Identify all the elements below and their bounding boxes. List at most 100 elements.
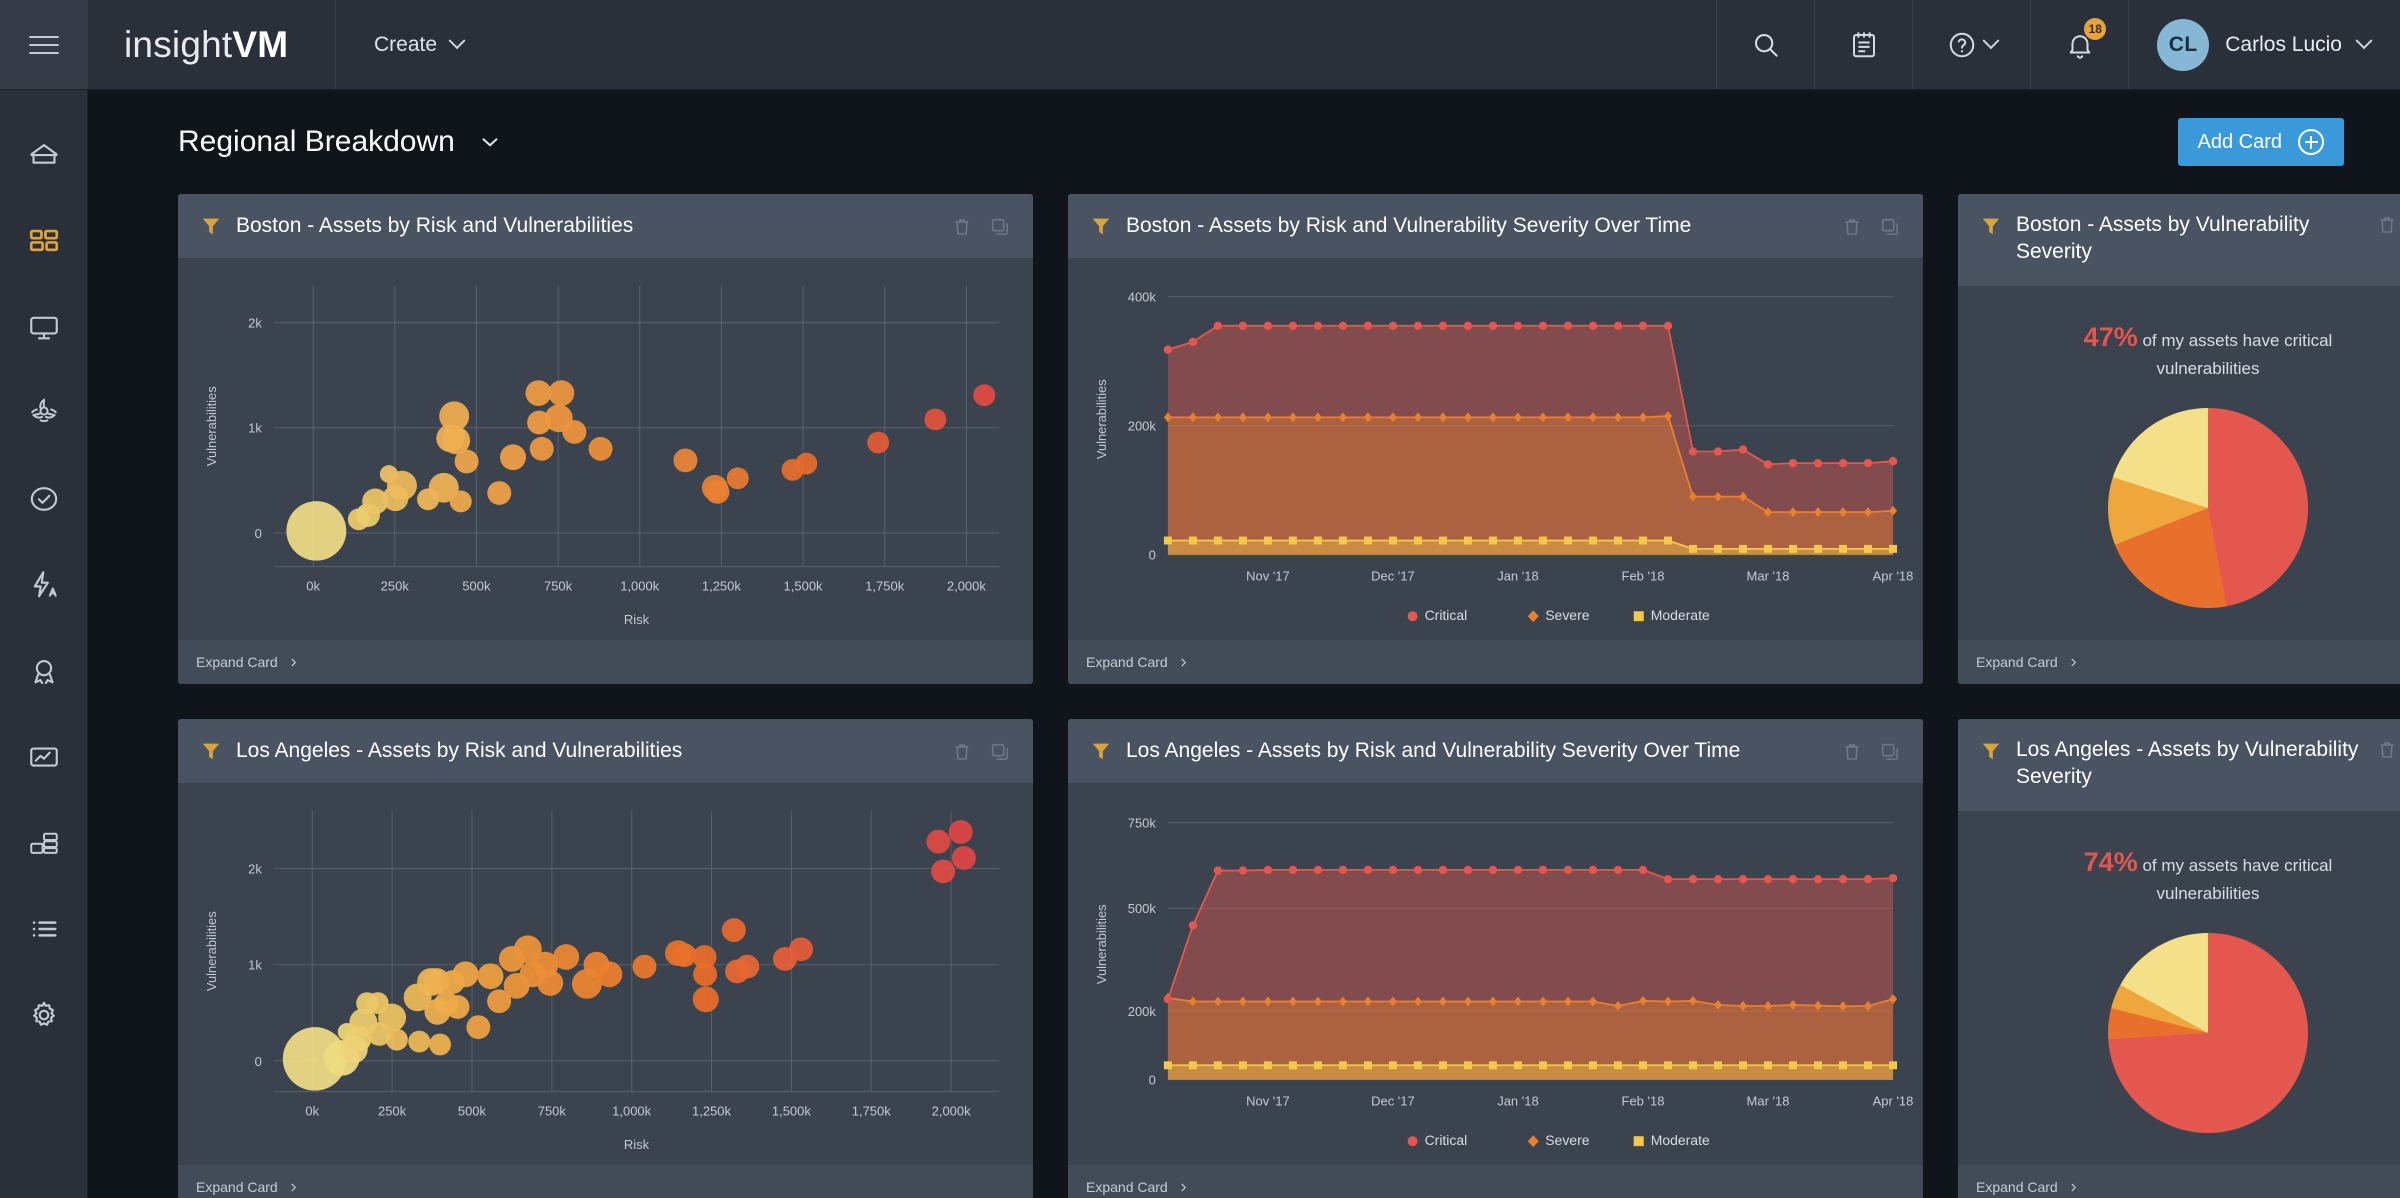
trash-icon[interactable] bbox=[2376, 739, 2398, 761]
critical-percentage: 47% bbox=[2083, 322, 2138, 352]
critical-percentage: 74% bbox=[2083, 847, 2138, 877]
app-body: Regional Breakdown Add Card Boston - Ass… bbox=[0, 90, 2400, 1198]
user-name: Carlos Lucio bbox=[2225, 32, 2342, 56]
svg-text:Critical: Critical bbox=[1425, 1132, 1468, 1148]
card-header: Boston - Assets by Vulnerability Severit… bbox=[1958, 194, 2400, 286]
duplicate-icon[interactable] bbox=[989, 741, 1011, 763]
scatter-chart: 0k 250k 500k 750k 1,000k 1,250k 1,500k 1,750k 2,… bbox=[204, 285, 1000, 627]
svg-text:Vulnerabilities: Vulnerabilities bbox=[1094, 379, 1109, 459]
svg-text:500k: 500k bbox=[458, 1103, 487, 1118]
help-button[interactable] bbox=[1912, 0, 2030, 89]
expand-card-link[interactable]: Expand Card bbox=[1086, 654, 1168, 670]
hamburger-icon[interactable] bbox=[0, 0, 88, 89]
automation-icon bbox=[33, 571, 57, 598]
svg-text:0: 0 bbox=[1149, 548, 1156, 563]
expand-card-link[interactable]: Expand Card bbox=[1976, 1179, 2058, 1195]
create-menu[interactable]: Create bbox=[336, 0, 501, 89]
svg-text:1k: 1k bbox=[248, 958, 262, 973]
add-card-label: Add Card bbox=[2197, 130, 2283, 153]
chevron-right-icon[interactable] bbox=[288, 657, 299, 668]
duplicate-icon[interactable] bbox=[989, 216, 1011, 238]
notifications-button[interactable]: 18 bbox=[2030, 0, 2128, 89]
svg-text:750k: 750k bbox=[544, 578, 573, 593]
sidebar-item-validations[interactable] bbox=[0, 456, 88, 542]
sidebar-item-tags[interactable] bbox=[0, 886, 88, 972]
expand-card-link[interactable]: Expand Card bbox=[1976, 654, 2058, 670]
trash-icon[interactable] bbox=[2376, 214, 2398, 236]
main-content: Regional Breakdown Add Card Boston - Ass… bbox=[88, 90, 2400, 1198]
pie-caption-text: of my assets have critical vulnerabiliti… bbox=[2142, 331, 2333, 379]
sidebar-item-administration[interactable] bbox=[0, 972, 88, 1058]
check-circle-icon bbox=[30, 487, 57, 511]
gear-icon bbox=[32, 1001, 55, 1026]
expand-card-link[interactable]: Expand Card bbox=[196, 654, 278, 670]
svg-text:Vulnerabilities: Vulnerabilities bbox=[204, 386, 219, 466]
pie-caption: 74% of my assets have critical vulnerabi… bbox=[2043, 843, 2373, 907]
sidebar-item-assets[interactable] bbox=[0, 284, 88, 370]
avatar: CL bbox=[2157, 18, 2210, 71]
duplicate-icon[interactable] bbox=[1879, 741, 1901, 763]
filter-funnel-icon[interactable] bbox=[1980, 740, 2002, 762]
pie-chart bbox=[2108, 407, 2308, 608]
filter-funnel-icon[interactable] bbox=[200, 215, 222, 237]
chevron-right-icon[interactable] bbox=[2068, 657, 2079, 668]
card-title: Los Angeles - Assets by Vulnerability Se… bbox=[2016, 738, 2359, 788]
svg-text:1,250k: 1,250k bbox=[702, 578, 742, 593]
card-la-scatter: Los Angeles - Assets by Risk and Vulnera… bbox=[178, 719, 1033, 1198]
card-boston-pie: Boston - Assets by Vulnerability Severit… bbox=[1958, 194, 2400, 684]
trash-icon[interactable] bbox=[951, 216, 973, 238]
chevron-right-icon[interactable] bbox=[1178, 1182, 1189, 1193]
sidebar-item-automation[interactable] bbox=[0, 542, 88, 628]
biohazard-icon bbox=[30, 398, 57, 423]
svg-text:Vulnerabilities: Vulnerabilities bbox=[1094, 904, 1109, 984]
user-menu[interactable]: CL Carlos Lucio bbox=[2128, 0, 2400, 89]
add-card-button[interactable]: Add Card bbox=[2177, 118, 2344, 166]
card-boston-scatter: Boston - Assets by Risk and Vulnerabilit… bbox=[178, 194, 1033, 684]
duplicate-icon[interactable] bbox=[1879, 216, 1901, 238]
svg-text:1,500k: 1,500k bbox=[784, 578, 824, 593]
chevron-down-icon bbox=[2355, 31, 2373, 49]
chevron-right-icon[interactable] bbox=[1178, 657, 1189, 668]
svg-text:200k: 200k bbox=[1128, 1004, 1157, 1019]
sidebar-item-home[interactable] bbox=[0, 112, 88, 198]
svg-text:Moderate: Moderate bbox=[1651, 1132, 1710, 1148]
app-logo[interactable]: insight VM bbox=[88, 0, 336, 89]
card-actions bbox=[951, 739, 1011, 763]
trash-icon[interactable] bbox=[1841, 741, 1863, 763]
trash-icon[interactable] bbox=[951, 741, 973, 763]
svg-text:500k: 500k bbox=[462, 578, 491, 593]
filter-funnel-icon[interactable] bbox=[1090, 215, 1112, 237]
notes-button[interactable] bbox=[1814, 0, 1912, 89]
expand-card-link[interactable]: Expand Card bbox=[1086, 1179, 1168, 1195]
svg-text:Vulnerabilities: Vulnerabilities bbox=[204, 911, 219, 991]
card-actions bbox=[2376, 737, 2400, 761]
chevron-right-icon[interactable] bbox=[288, 1182, 299, 1193]
search-button[interactable] bbox=[1716, 0, 1814, 89]
trash-icon[interactable] bbox=[1841, 216, 1863, 238]
card-title: Boston - Assets by Vulnerability Severit… bbox=[2016, 213, 2310, 263]
card-title: Boston - Assets by Risk and Vulnerabilit… bbox=[236, 213, 634, 237]
card-body: 0 200k 500k 750k Vulnerabilities Nov '17 Dec '… bbox=[1068, 783, 1923, 1165]
svg-text:Apr '18: Apr '18 bbox=[1873, 569, 1914, 584]
sidebar-item-vulnerabilities[interactable] bbox=[0, 370, 88, 456]
expand-card-link[interactable]: Expand Card bbox=[196, 1179, 278, 1195]
chevron-down-icon[interactable] bbox=[477, 129, 503, 155]
servers-icon bbox=[29, 832, 58, 854]
svg-text:Moderate: Moderate bbox=[1651, 607, 1710, 623]
list-icon bbox=[32, 921, 57, 937]
filter-funnel-icon[interactable] bbox=[200, 740, 222, 762]
svg-text:250k: 250k bbox=[381, 578, 410, 593]
svg-text:Mar '18: Mar '18 bbox=[1747, 1094, 1790, 1109]
filter-funnel-icon[interactable] bbox=[1980, 215, 2002, 237]
card-header: Los Angeles - Assets by Risk and Vulnera… bbox=[1068, 719, 1923, 783]
sidebar-item-dashboards[interactable] bbox=[0, 198, 88, 284]
sidebar-item-scan-engines[interactable] bbox=[0, 800, 88, 886]
home-icon bbox=[29, 144, 58, 164]
chevron-right-icon[interactable] bbox=[2068, 1182, 2079, 1193]
sidebar-item-goals[interactable] bbox=[0, 628, 88, 714]
svg-text:2k: 2k bbox=[248, 316, 262, 331]
filter-funnel-icon[interactable] bbox=[1090, 740, 1112, 762]
dashboard-grid: Boston - Assets by Risk and Vulnerabilit… bbox=[122, 194, 2400, 1198]
card-body: 47% of my assets have critical vulnerabi… bbox=[1958, 286, 2400, 640]
sidebar-item-reports[interactable] bbox=[0, 714, 88, 800]
